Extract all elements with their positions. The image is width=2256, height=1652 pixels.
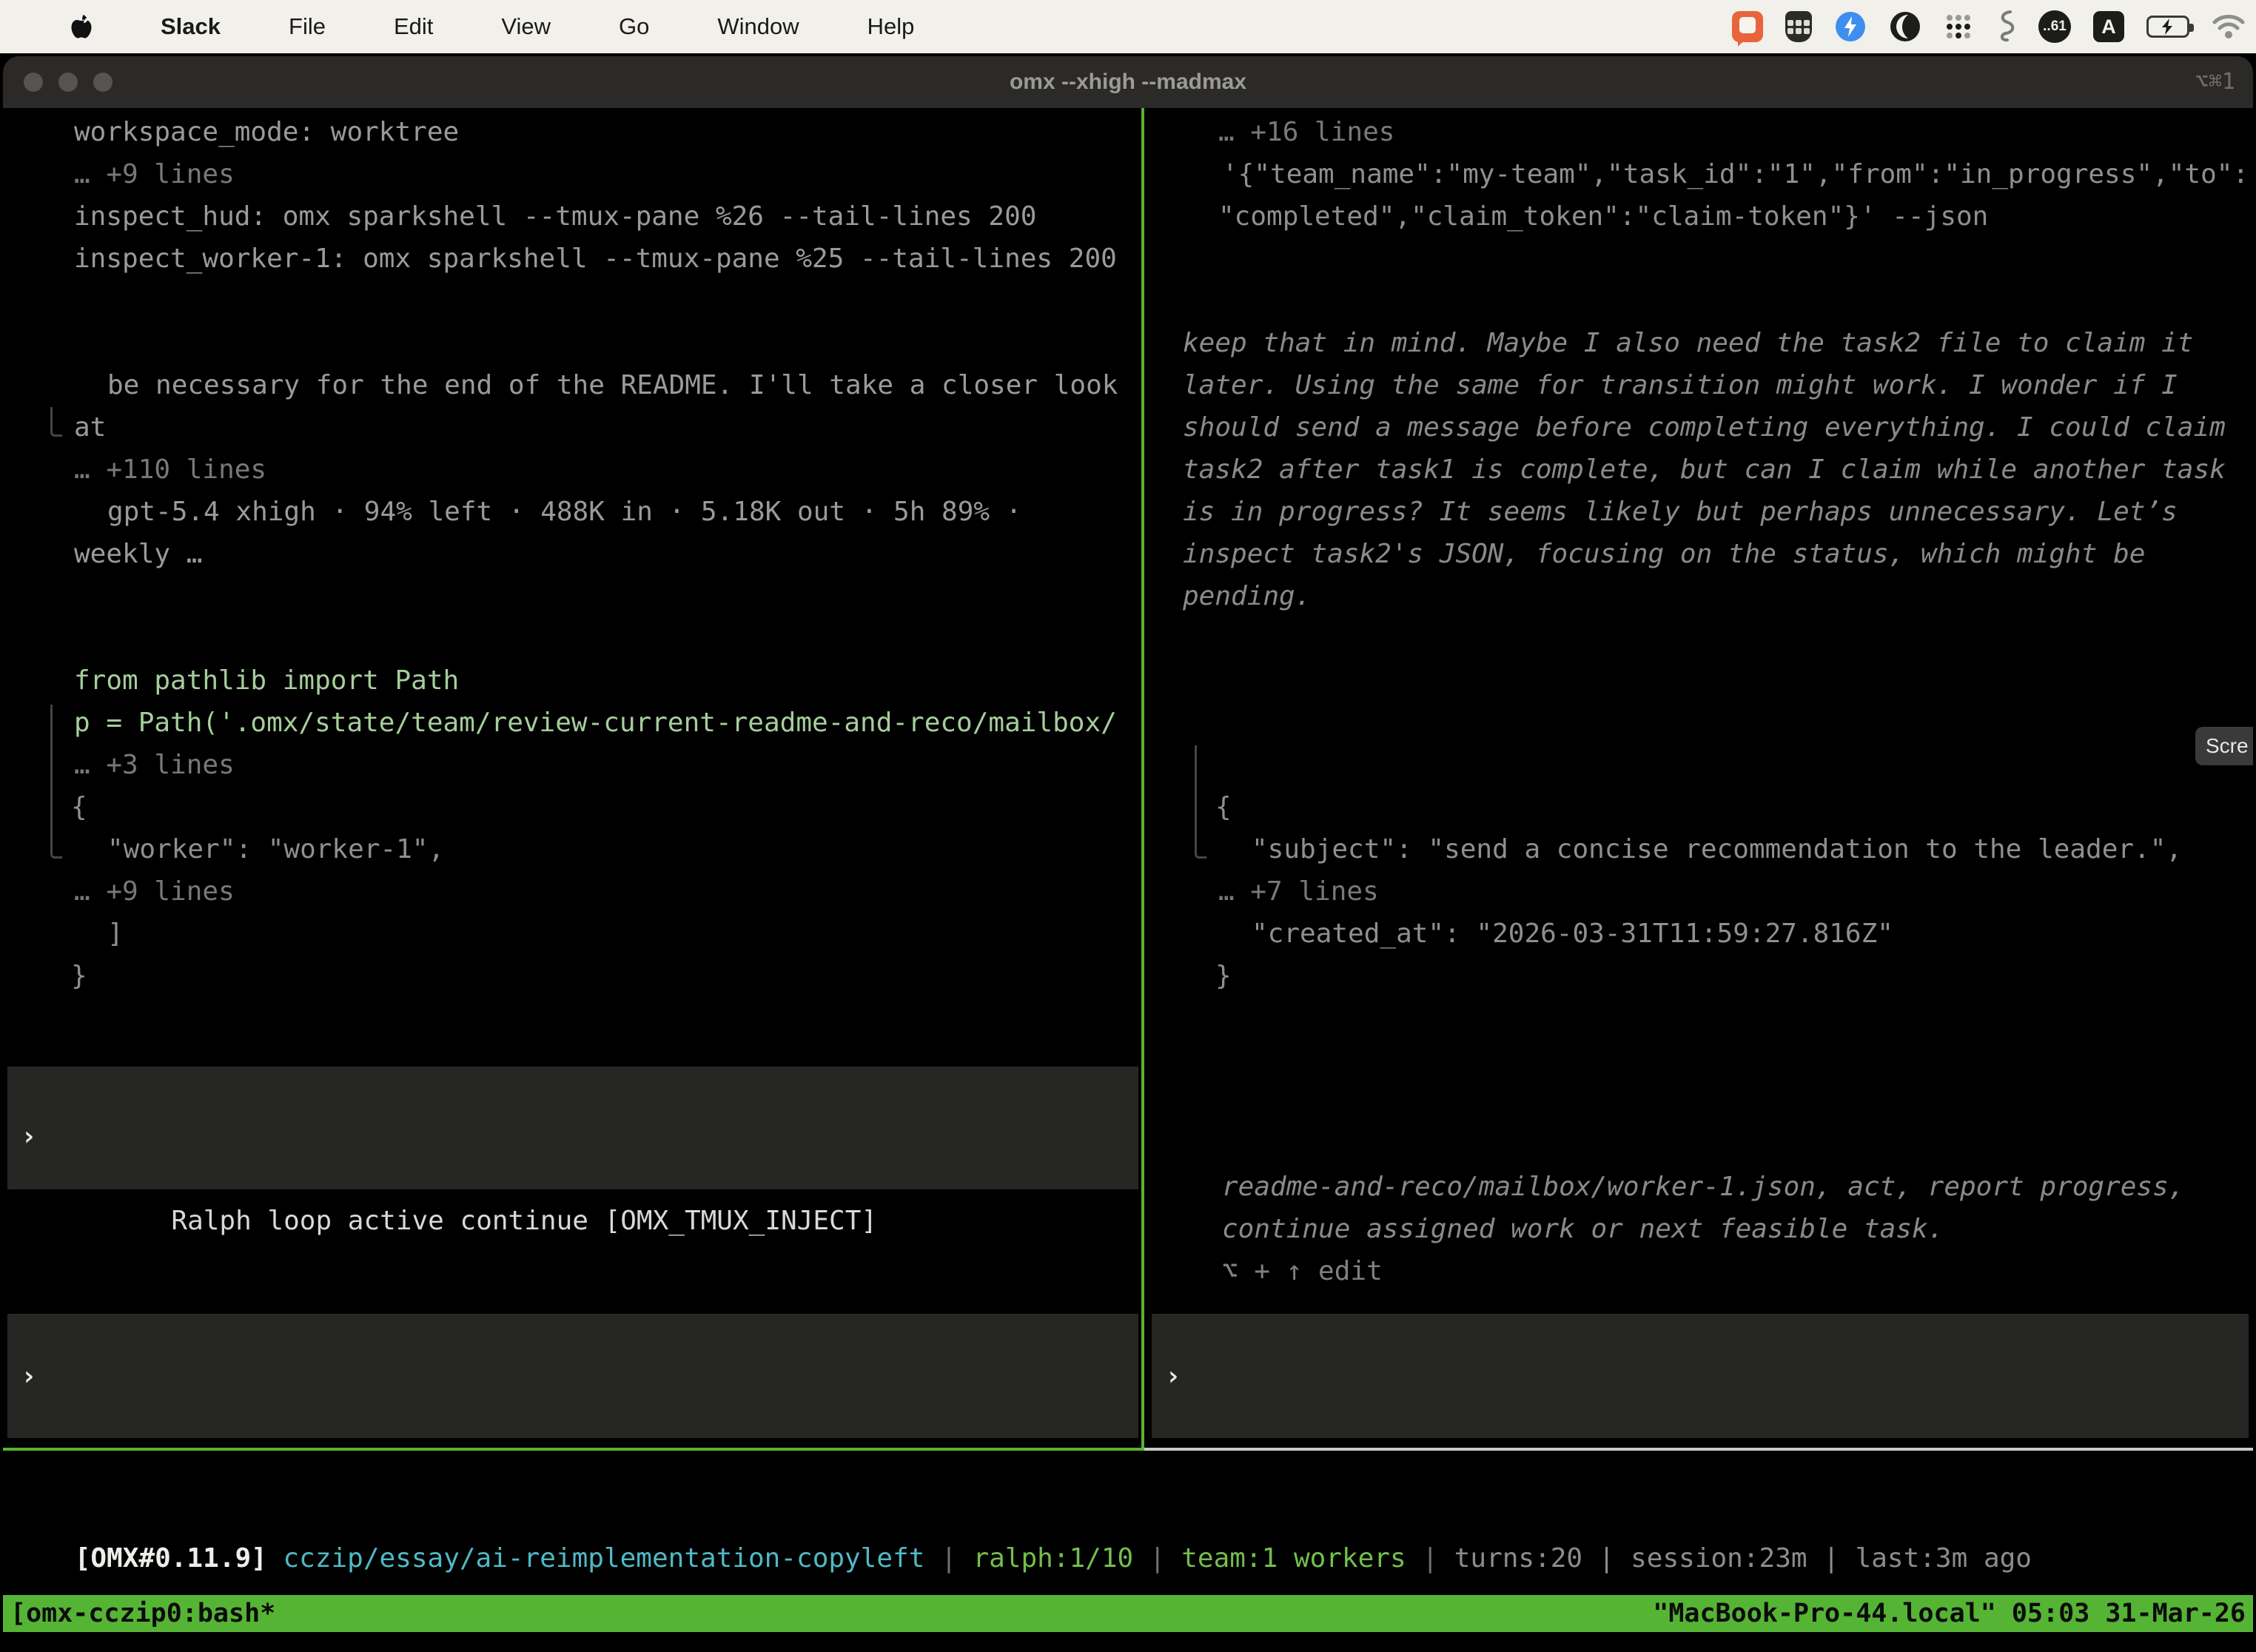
blank-line [1147,617,2253,659]
edit-hint: ⌥ + ↑ edit [1147,1250,2253,1292]
tree-connector [1195,745,1206,859]
collapsed-lines-indicator: … +7 lines [1147,870,2253,913]
collapsed-lines-indicator: … +110 lines [3,449,1141,491]
squiggle-icon[interactable] [1995,10,2016,44]
sync-bolt-icon[interactable] [1834,10,1867,43]
battery-charging-icon[interactable] [2146,16,2189,38]
apple-menu-icon[interactable] [70,13,93,40]
prompt-input[interactable]: › Improve documentation in @filename [7,1314,1138,1438]
thinking-line: should send a message before completing … [1147,406,2253,449]
badge-61-icon[interactable]: ..61 [2038,10,2071,43]
thinking-line: inspect task2's JSON, focusing on the st… [1147,533,2253,575]
prompt-chevron: › [21,1355,37,1397]
collapsed-lines-indicator: … +9 lines [3,870,1141,913]
prompt-input[interactable]: › Explain this codebase [1152,1314,2249,1438]
menu-bar: Slack File Edit View Go Window Help ..61… [0,0,2256,53]
tmux-pane-right[interactable]: … +16 lines '{"team_name":"my-team","tas… [1147,108,2253,1448]
command-output-line: at [3,406,1141,449]
privacy-shield-icon[interactable] [1785,11,1812,42]
json-output-line: { [1147,786,2253,828]
injected-message-text: Ralph loop active continue [OMX_TMUX_INJ… [135,1206,877,1236]
pane-border-active [3,1448,1144,1451]
tmux-session-name: [omx-cczip0:bash* [10,1595,275,1632]
json-output-line: "subject": "send a concise recommendatio… [1147,828,2253,870]
tree-connector [50,407,62,437]
ran-command-line: •Ran python3 - <<'PY' [3,617,1141,659]
json-output-line: ] [3,913,1141,955]
screen-overlay-button[interactable]: Scre [2195,727,2253,765]
tmux-status-bar: [omx-cczip0:bash* "MacBook-Pro-44.local"… [3,1595,2253,1632]
prompt-chevron: › [1165,1355,1181,1397]
working-status-line: •Working (6m 38s • esc to interrupt) [3,1248,1141,1290]
json-output-line: } [1147,955,2253,997]
injected-message-band: › Ralph loop active continue [OMX_TMUX_I… [7,1067,1138,1189]
mailbox-message-line: ↳1 new msg(s): read $OMX_TEAM_STATE_ROOT… [1147,1124,2253,1166]
dot-grid-icon[interactable] [1944,12,1973,41]
tree-connector [50,705,62,859]
menu-file[interactable]: File [289,13,326,40]
collapsed-lines-indicator: … +3 lines [3,744,1141,786]
terminal-line: inspect_worker-1: omx sparkshell --tmux-… [3,238,1141,280]
json-output-line: "completed","claim_token":"claim-token"}… [1147,195,2253,238]
thinking-line: later. Using the same for transition mig… [1147,364,2253,406]
collapsed-lines-indicator: … +16 lines [1147,111,2253,153]
code-line: p = Path('.omx/state/team/review-current… [3,702,1141,744]
blank-line [1147,1081,2253,1124]
mailbox-message-line: readme-and-reco/mailbox/worker-1.json, a… [1147,1166,2253,1208]
terminal-line: workspace_mode: worktree [3,111,1141,153]
blank-line [1147,238,2253,280]
thinking-line: is in progress? It seems likely but perh… [1147,491,2253,533]
mailbox-message-line: continue assigned work or next feasible … [1147,1208,2253,1250]
thinking-line: •I need to get the claim token from the … [1147,280,2253,322]
json-output-line: "worker": "worker-1", [3,828,1141,870]
tmux-host-clock: "MacBook-Pro-44.local" 05:03 31-Mar-26 [1653,1595,2246,1632]
collapsed-lines-indicator: … +9 lines [3,153,1141,195]
ran-command-line: •Ran tmux capture-pane -t %25 -p -S -80 [3,322,1141,364]
pane-border-inactive [1144,1448,2253,1451]
json-output-line: } [3,955,1141,997]
window-shortcut-hint: ⌥⌘1 [2195,56,2235,108]
input-source-icon[interactable]: A [2093,11,2124,42]
screenshot-chat-icon[interactable] [1732,11,1763,42]
wifi-icon[interactable] [2212,13,2246,40]
ran-command-line: •Ran set -euo pipefail [1147,659,2253,702]
code-line: from pathlib import Path [3,659,1141,702]
command-line: tasks/task-2.json" [1147,744,2253,786]
prompt-chevron: › [21,1115,37,1158]
command-line: cat "$OMX_TEAM_STATE_ROOT/team/review-cu… [1147,702,2253,744]
window-title-bar[interactable]: omx --xhigh --madmax ⌥⌘1 [3,56,2253,108]
thinking-line: keep that in mind. Maybe I also need the… [1147,322,2253,364]
menu-view[interactable]: View [501,13,551,40]
blank-line [3,280,1141,322]
menu-edit[interactable]: Edit [394,13,433,40]
json-output-line: { [3,786,1141,828]
menu-app-name[interactable]: Slack [161,13,221,40]
json-output-line: "created_at": "2026-03-31T11:59:27.816Z" [1147,913,2253,955]
blank-line [3,575,1141,617]
pane-divider[interactable] [1141,108,1144,1450]
menu-go[interactable]: Go [619,13,649,40]
window-title: omx --xhigh --madmax [3,56,2253,108]
waiting-status-line: •Waiting for background terminal (3m 46s… [1147,1039,2253,1081]
tmux-pane-left[interactable]: workspace_mode: worktree … +9 lines insp… [3,108,1141,1448]
menu-help[interactable]: Help [867,13,915,40]
command-output-line: weekly … [3,533,1141,575]
thinking-line: task2 after task1 is complete, but can I… [1147,449,2253,491]
json-output-line: '{"team_name":"my-team","task_id":"1","f… [1147,153,2253,195]
command-output-line: be necessary for the end of the README. … [3,364,1141,406]
terminal-line: inspect_hud: omx sparkshell --tmux-pane … [3,195,1141,238]
command-output-line: gpt-5.4 xhigh · 94% left · 488K in · 5.1… [3,491,1141,533]
terminal-window: omx --xhigh --madmax ⌥⌘1 workspace_mode:… [3,56,2253,1652]
blank-line [1147,997,2253,1039]
menu-window[interactable]: Window [717,13,799,40]
thinking-line: pending. [1147,575,2253,617]
dark-crescent-icon[interactable] [1889,10,1921,43]
